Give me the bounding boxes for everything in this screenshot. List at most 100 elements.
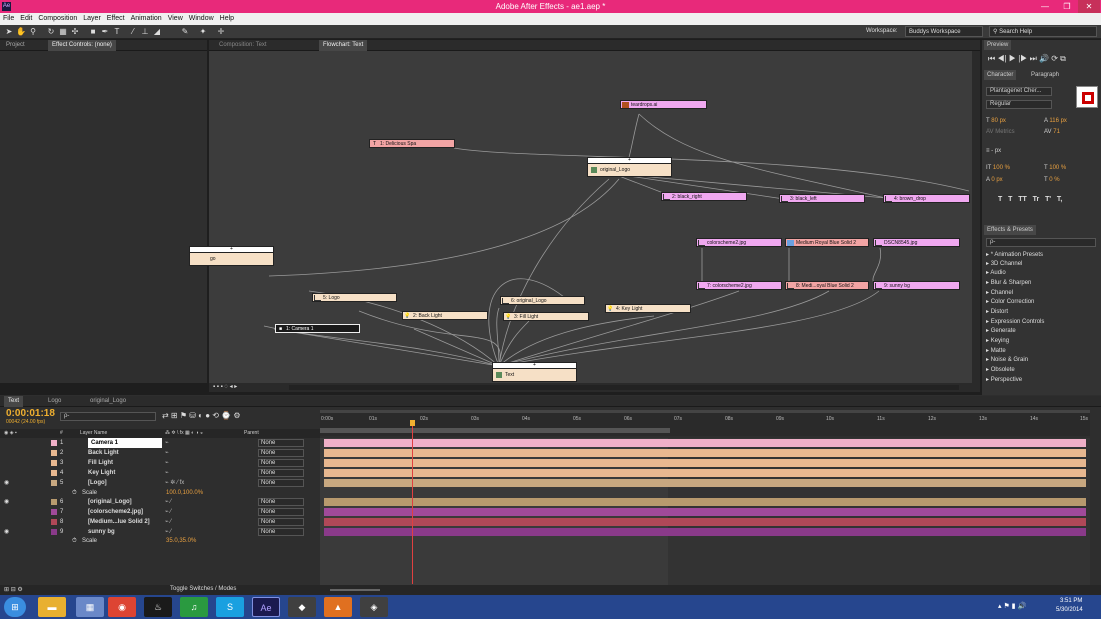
- camera-tool-icon[interactable]: ▦: [58, 27, 68, 37]
- label-color[interactable]: [51, 440, 57, 446]
- flowchart-option-icons[interactable]: ▪ ▪ ▪ ◌ ◂ ▸: [213, 383, 237, 390]
- effect-category[interactable]: ▸ 3D Channel: [986, 260, 1022, 269]
- parent-dropdown[interactable]: None: [258, 449, 304, 457]
- chrome-icon[interactable]: ◉: [108, 597, 136, 617]
- parent-dropdown[interactable]: None: [258, 508, 304, 516]
- flowchart-vscrollbar[interactable]: [972, 51, 980, 383]
- node-black-right[interactable]: 2: black_right: [661, 192, 747, 201]
- menu-window[interactable]: Window: [186, 13, 217, 25]
- zoom-tool-icon[interactable]: ⚲: [28, 27, 38, 37]
- menu-layer[interactable]: Layer: [80, 13, 104, 25]
- layer-switches[interactable]: ⌁ ⁄: [165, 497, 171, 507]
- leading-row[interactable]: A 116 px: [1044, 118, 1067, 124]
- effects-search-input[interactable]: ρ-: [986, 238, 1096, 247]
- node-delicious-spa[interactable]: T 1: Delicious Spa: [369, 139, 455, 148]
- label-color[interactable]: [51, 460, 57, 466]
- eraser-tool-icon[interactable]: ◢: [152, 27, 162, 37]
- file-explorer-icon[interactable]: ▬: [38, 597, 66, 617]
- layer-switches[interactable]: ⌁: [165, 458, 169, 468]
- layer-bar[interactable]: [324, 528, 1086, 536]
- property-row[interactable]: ⏱ Scale 35.0,35.0%: [0, 536, 320, 546]
- puppet-tool-icon[interactable]: ✦: [198, 27, 208, 37]
- layer-switches[interactable]: ⌁: [165, 448, 169, 458]
- kerning-row[interactable]: AV Metrics: [986, 129, 1015, 135]
- tab-project[interactable]: Project: [2, 40, 29, 51]
- effect-category[interactable]: ▸ Blur & Sharpen: [986, 279, 1031, 288]
- layer-switches[interactable]: ⌁ ⁄: [165, 517, 171, 527]
- node-medium-royal-src[interactable]: Medium Royal Blue Solid 2: [785, 238, 869, 247]
- effect-category[interactable]: ▸ Noise & Grain: [986, 356, 1028, 365]
- vlc-icon[interactable]: ▲: [324, 597, 352, 617]
- font-family-dropdown[interactable]: Plantagenet Cher...: [986, 87, 1052, 96]
- layer-bar[interactable]: [324, 469, 1086, 477]
- app-icon-generic[interactable]: ◈: [360, 597, 388, 617]
- node-colorscheme2-layer[interactable]: 7: colorscheme2.jpg: [696, 281, 782, 290]
- baseline-shift-row[interactable]: A 0 px: [986, 177, 1003, 183]
- stopwatch-icon[interactable]: ⏱: [72, 536, 77, 546]
- parent-dropdown[interactable]: None: [258, 479, 304, 487]
- minimize-button[interactable]: —: [1034, 0, 1056, 13]
- layer-bar[interactable]: [324, 498, 1086, 506]
- tab-composition[interactable]: Composition: Text: [215, 40, 271, 51]
- layer-row[interactable]: ◉ 5 [Logo] ⌁ ✲ ⁄ fx None: [0, 478, 320, 488]
- rectangle-tool-icon[interactable]: ■: [88, 27, 98, 37]
- steam-icon[interactable]: ♨: [144, 597, 172, 617]
- after-effects-icon[interactable]: Ae: [252, 597, 280, 617]
- layer-row[interactable]: 2 Back Light ⌁ None: [0, 448, 320, 458]
- parent-dropdown[interactable]: None: [258, 528, 304, 536]
- parent-dropdown[interactable]: None: [258, 469, 304, 477]
- layer-bar[interactable]: [324, 449, 1086, 457]
- scale-value[interactable]: 35.0,35.0%: [166, 536, 196, 546]
- pen-tool-icon[interactable]: ✒: [100, 27, 110, 37]
- tsume-row[interactable]: T 0 %: [1044, 177, 1060, 183]
- label-color[interactable]: [51, 470, 57, 476]
- tab-timeline-text[interactable]: Text: [4, 396, 24, 407]
- subscript-button[interactable]: T,: [1057, 196, 1062, 203]
- time-ruler[interactable]: [320, 410, 1090, 436]
- layer-switches[interactable]: ⌁: [165, 438, 169, 448]
- pan-behind-tool-icon[interactable]: ✣: [70, 27, 80, 37]
- menu-effect[interactable]: Effect: [104, 13, 128, 25]
- fill-stroke-swatch[interactable]: [1076, 86, 1098, 108]
- menu-file[interactable]: File: [0, 13, 17, 25]
- clone-tool-icon[interactable]: ⊥: [140, 27, 150, 37]
- selection-tool-icon[interactable]: ➤: [4, 27, 14, 37]
- calculator-icon[interactable]: ▦: [76, 597, 104, 617]
- parent-dropdown[interactable]: None: [258, 439, 304, 447]
- label-color[interactable]: [51, 450, 57, 456]
- effect-category[interactable]: ▸ Keying: [986, 337, 1009, 346]
- effect-category[interactable]: ▸ Color Correction: [986, 298, 1034, 307]
- tab-timeline-logo[interactable]: Logo: [44, 396, 65, 407]
- parent-dropdown[interactable]: None: [258, 498, 304, 506]
- small-caps-button[interactable]: Tr: [1033, 196, 1040, 203]
- start-icon[interactable]: ⊞: [4, 597, 26, 617]
- menu-composition[interactable]: Composition: [35, 13, 80, 25]
- effect-category[interactable]: ▸ Perspective: [986, 376, 1022, 385]
- label-color[interactable]: [51, 529, 57, 535]
- layer-row[interactable]: 7 [colorscheme2.jpg] ⌁ ⁄ None: [0, 507, 320, 517]
- skype-icon[interactable]: S: [216, 597, 244, 617]
- timeline-search-input[interactable]: ρ-: [60, 412, 156, 421]
- node-back-light[interactable]: 💡 2: Back Light: [402, 311, 488, 320]
- menu-help[interactable]: Help: [217, 13, 237, 25]
- node-colorscheme2-src[interactable]: colorscheme2.jpg: [696, 238, 782, 247]
- app-icon-generic[interactable]: ◆: [288, 597, 316, 617]
- clock-date[interactable]: 5/30/2014: [1056, 607, 1083, 613]
- type-tool-icon[interactable]: T: [112, 27, 122, 37]
- node-sunny-bg-layer[interactable]: 9: sunny bg: [873, 281, 960, 290]
- parent-dropdown[interactable]: None: [258, 518, 304, 526]
- node-teardrops[interactable]: teardrops.ai: [620, 100, 707, 109]
- layer-row[interactable]: ◉ 6 [original_Logo] ⌁ ⁄ None: [0, 497, 320, 507]
- tab-effect-controls[interactable]: Effect Controls: (none): [48, 40, 116, 51]
- search-help-input[interactable]: ⚲ Search Help: [989, 26, 1097, 37]
- zoom-slider[interactable]: [330, 589, 380, 591]
- tab-flowchart[interactable]: Flowchart: Text: [319, 40, 368, 51]
- brush-tool-icon[interactable]: ⁄: [128, 27, 138, 37]
- timeline-switch-icons[interactable]: ⇄ ⊞ ⚑ ⛁ ◐ ● ⟲ ⌚ ⚙: [162, 411, 241, 420]
- workspace-dropdown[interactable]: Buddys Workspace: [905, 26, 983, 37]
- menu-edit[interactable]: Edit: [17, 13, 35, 25]
- layer-bar[interactable]: [324, 508, 1086, 516]
- label-color[interactable]: [51, 519, 57, 525]
- effect-category[interactable]: ▸ * Animation Presets: [986, 251, 1043, 260]
- font-size-row[interactable]: T 80 px: [986, 118, 1006, 124]
